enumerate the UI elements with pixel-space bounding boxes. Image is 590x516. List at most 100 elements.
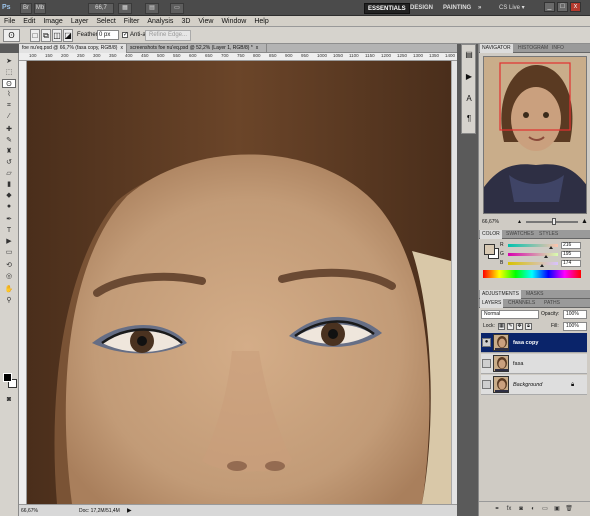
lock-pixels-icon[interactable]: ✎	[507, 323, 514, 330]
shape-tool-icon[interactable]: ▭	[2, 248, 16, 257]
maximize-button[interactable]: □	[557, 2, 568, 12]
tab-channels[interactable]: CHANNELS	[506, 299, 537, 308]
close-tab-icon[interactable]: x	[256, 45, 259, 51]
menu-edit[interactable]: Edit	[19, 16, 39, 27]
history-panel-icon[interactable]: ▤	[464, 49, 474, 61]
view-extras-button[interactable]: ▦	[118, 3, 132, 14]
zoom-level-select[interactable]: 66,7	[88, 3, 114, 14]
refine-edge-button[interactable]: Refine Edge...	[145, 30, 191, 41]
healing-brush-tool-icon[interactable]: ✚	[2, 125, 16, 134]
tab-styles[interactable]: STYLES	[537, 230, 560, 239]
tab-color[interactable]: COLOR	[480, 230, 502, 239]
quick-selection-tool-icon[interactable]: ⌇	[2, 90, 16, 99]
color-spectrum-bar[interactable]	[483, 270, 581, 278]
status-menu-arrow-icon[interactable]: ▶	[127, 506, 132, 516]
type-tool-icon[interactable]: T	[2, 226, 16, 235]
quick-mask-icon[interactable]: ◙	[2, 395, 16, 404]
channel-value[interactable]: 174	[561, 260, 581, 267]
mini-bridge-button[interactable]: Mb	[34, 3, 46, 14]
document-tab[interactable]: screenshots foe nu'eq.psd @ 52,2% (Layer…	[127, 44, 267, 53]
arrange-documents-button[interactable]: ▤	[145, 3, 159, 14]
eraser-tool-icon[interactable]: ▱	[2, 169, 16, 178]
lock-transparent-icon[interactable]: ▦	[498, 323, 505, 330]
fill-input[interactable]: 100%	[563, 322, 587, 331]
marquee-tool-icon[interactable]: ⬚	[2, 68, 16, 77]
color-slider-green[interactable]: G 195	[500, 251, 586, 258]
channel-value[interactable]: 216	[561, 242, 581, 249]
history-brush-tool-icon[interactable]: ↺	[2, 158, 16, 167]
feather-input[interactable]: 0 px	[97, 30, 119, 40]
status-zoom[interactable]: 66,67%	[21, 506, 38, 516]
workspace-essentials[interactable]: ESSENTIALS	[364, 3, 410, 14]
navigator-zoom-knob[interactable]	[552, 218, 556, 225]
layer-mask-icon[interactable]: ◙	[517, 505, 525, 513]
channel-slider-knob[interactable]	[544, 255, 548, 258]
paragraph-panel-icon[interactable]: ¶	[464, 113, 474, 125]
layer-name[interactable]: fasa copy	[513, 333, 538, 353]
screen-mode-button[interactable]: ▭	[170, 3, 184, 14]
channel-slider-knob[interactable]	[549, 246, 553, 249]
tab-info[interactable]: INFO	[550, 44, 566, 53]
menu-select[interactable]: Select	[92, 16, 119, 27]
crop-tool-icon[interactable]: ⌗	[2, 101, 16, 110]
subtract-selection-icon[interactable]: ◫	[52, 29, 62, 42]
layer-name[interactable]: Background	[513, 375, 542, 395]
menu-layer[interactable]: Layer	[67, 16, 93, 27]
navigator-zoom-value[interactable]: 66,67%	[482, 217, 499, 227]
layer-row[interactable]: Background 🔒︎	[481, 375, 587, 395]
more-workspaces-button[interactable]: »	[475, 3, 484, 14]
menu-filter[interactable]: Filter	[120, 16, 144, 27]
gradient-tool-icon[interactable]: ▮	[2, 180, 16, 189]
dodge-tool-icon[interactable]: ●	[2, 202, 16, 211]
color-slider-red[interactable]: R 216	[500, 242, 586, 249]
layer-name[interactable]: fasa	[513, 354, 523, 374]
lasso-tool-icon[interactable]: ʘ	[2, 79, 16, 88]
layer-row[interactable]: fasa	[481, 354, 587, 374]
lasso-preset-icon[interactable]: ʘ	[3, 29, 20, 42]
lock-position-icon[interactable]: ✥	[516, 323, 523, 330]
menu-window[interactable]: Window	[217, 16, 250, 27]
close-tab-icon[interactable]: x	[120, 45, 123, 51]
tab-masks[interactable]: MASKS	[524, 290, 546, 299]
visibility-toggle[interactable]	[482, 380, 491, 389]
new-layer-icon[interactable]: ▣	[553, 505, 561, 513]
visibility-toggle[interactable]	[482, 359, 491, 368]
character-panel-icon[interactable]: A	[464, 93, 474, 105]
intersect-selection-icon[interactable]: ◪	[63, 29, 73, 42]
add-selection-icon[interactable]: ⧉	[41, 29, 51, 42]
new-selection-icon[interactable]: □	[30, 29, 40, 42]
pen-tool-icon[interactable]: ✒	[2, 215, 16, 224]
cs-live-menu[interactable]: CS Live ▾	[499, 3, 525, 14]
zoom-in-icon[interactable]: ▲	[581, 218, 588, 226]
workspace-design[interactable]: DESIGN	[407, 3, 436, 14]
close-button[interactable]: x	[570, 2, 581, 12]
tab-swatches[interactable]: SWATCHES	[504, 230, 536, 239]
menu-help[interactable]: Help	[250, 16, 272, 27]
vertical-scrollbar[interactable]	[451, 61, 457, 504]
color-foreground-swatch[interactable]	[484, 244, 495, 255]
menu-image[interactable]: Image	[39, 16, 66, 27]
delete-layer-icon[interactable]: 🗑︎	[565, 505, 573, 513]
menu-3d[interactable]: 3D	[177, 16, 194, 27]
clone-stamp-tool-icon[interactable]: ♜	[2, 147, 16, 156]
antialias-checkbox[interactable]: ✓	[122, 32, 128, 38]
channel-bar[interactable]	[508, 262, 558, 265]
zoom-out-icon[interactable]: ▴	[518, 218, 521, 226]
minimize-button[interactable]: _	[544, 2, 555, 12]
tab-histogram[interactable]: HISTOGRAM	[516, 44, 550, 53]
adjustment-layer-icon[interactable]: ◐	[529, 505, 537, 513]
actions-panel-icon[interactable]: ▶	[464, 71, 474, 83]
layer-style-icon[interactable]: fx	[505, 505, 513, 513]
layer-row[interactable]: ● fasa copy	[481, 333, 587, 353]
lock-all-icon[interactable]: 🔒︎	[525, 323, 532, 330]
link-layers-icon[interactable]: ⚭	[493, 505, 501, 513]
eye-icon[interactable]: ●	[482, 338, 491, 347]
menu-analysis[interactable]: Analysis	[143, 16, 177, 27]
menu-view[interactable]: View	[194, 16, 217, 27]
channel-bar[interactable]	[508, 253, 558, 256]
tab-paths[interactable]: PATHS	[542, 299, 562, 308]
tab-navigator[interactable]: NAVIGATOR	[480, 44, 513, 53]
workspace-painting[interactable]: PAINTING	[440, 3, 474, 14]
zoom-tool-icon[interactable]: ⚲	[2, 296, 16, 305]
tab-layers[interactable]: LAYERS	[480, 299, 504, 308]
